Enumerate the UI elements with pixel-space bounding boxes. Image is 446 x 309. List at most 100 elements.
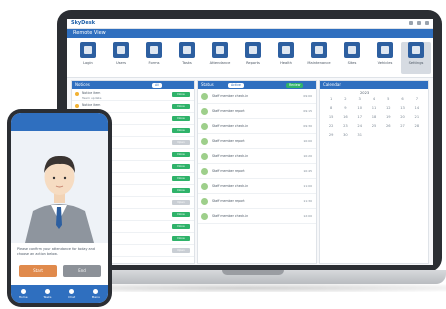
calendar-day[interactable]: 16 [338, 115, 352, 119]
truck-icon [377, 42, 393, 58]
table-row[interactable]: Staff member check-in 09:00 [198, 89, 316, 104]
table-row[interactable]: Staff member report 11:30 [198, 194, 316, 209]
table-row[interactable]: Staff member check-in 11:00 [198, 179, 316, 194]
calendar-day[interactable]: 19 [381, 115, 395, 119]
row-text: Staff member check-in [212, 94, 249, 98]
calendar-day[interactable]: 22 [324, 124, 338, 128]
table-row[interactable]: Staff member check-in 10:20 [198, 149, 316, 164]
avatar [201, 183, 208, 190]
status-badge: Done [172, 224, 190, 229]
calendar-day[interactable]: 1 [324, 97, 338, 101]
calendar-day[interactable]: 15 [324, 115, 338, 119]
calendar-day[interactable]: 25 [367, 124, 381, 128]
calendar-panel-header: Calendar [320, 81, 428, 89]
calendar-day[interactable]: 7 [410, 97, 424, 101]
toolbar-item-attendance[interactable]: Attendance [205, 42, 235, 74]
calendar-day[interactable]: 24 [353, 124, 367, 128]
status-badge: Done [172, 188, 190, 193]
status-badge: Done [172, 104, 190, 109]
start-button[interactable]: Start [19, 265, 57, 277]
calendar-day[interactable]: 6 [395, 97, 409, 101]
nav-chat[interactable]: Chat [65, 289, 79, 299]
calendar-day[interactable]: 21 [410, 115, 424, 119]
toolbar-item-sites[interactable]: Sites [337, 42, 367, 74]
table-row[interactable]: Staff member report 10:00 [198, 134, 316, 149]
calendar-day[interactable]: 3 [353, 97, 367, 101]
menu-icon [93, 289, 99, 294]
row-time: 10:45 [303, 169, 312, 173]
mobile-header [11, 113, 108, 131]
toolbar-item-vehicles[interactable]: Vehicles [370, 42, 400, 74]
row-time: 09:15 [303, 109, 312, 113]
chip-active[interactable]: Active [228, 82, 244, 88]
list-item[interactable]: Notice itemTeam update Done [72, 89, 194, 101]
calendar-day[interactable]: 2 [338, 97, 352, 101]
toolbar-item-users[interactable]: Users [106, 42, 136, 74]
row-text: Staff member check-in [212, 124, 249, 128]
avatar [201, 213, 208, 220]
calendar-day[interactable]: 17 [353, 115, 367, 119]
desktop-app-window: SkyDesk Remote View Login Users Forms Ta… [67, 19, 433, 265]
calendar-day[interactable]: 23 [338, 124, 352, 128]
row-time: 10:20 [303, 154, 312, 158]
menu-label[interactable]: Remote View [73, 30, 106, 36]
nav-tasks[interactable]: Tasks [40, 289, 54, 299]
status-badge: Done [172, 152, 190, 157]
row-text: Staff member report [212, 169, 245, 173]
notices-filter[interactable]: All [152, 82, 162, 88]
toolbar-item-tasks[interactable]: Tasks [172, 42, 202, 74]
nav-home[interactable]: Home [16, 289, 30, 299]
calendar-grid: 1 2 3 4 5 6 7 8 9 10 11 12 13 14 15 16 17 18 19 20 21 22 23 24 2… [324, 97, 424, 137]
row-text: Staff member report [212, 109, 245, 113]
calendar-day[interactable]: 20 [395, 115, 409, 119]
calendar-day[interactable]: 8 [324, 106, 338, 110]
status-badge: Done [172, 164, 190, 169]
calendar-day[interactable]: 9 [338, 106, 352, 110]
table-row[interactable]: Staff member report 10:45 [198, 164, 316, 179]
calendar-day[interactable]: 18 [367, 115, 381, 119]
toolbar-item-reports[interactable]: Reports [238, 42, 268, 74]
forms-icon [146, 42, 162, 58]
report-icon [245, 42, 261, 58]
calendar-day[interactable]: 11 [367, 106, 381, 110]
heart-icon [278, 42, 294, 58]
toolbar-item-login[interactable]: Login [73, 42, 103, 74]
calendar-day[interactable]: 29 [324, 133, 338, 137]
status-dot-icon [75, 104, 79, 108]
status-badge: Done [172, 92, 190, 97]
calendar-day[interactable]: 5 [381, 97, 395, 101]
minimize-icon[interactable] [409, 21, 413, 25]
table-row[interactable]: Staff member check-in 12:00 [198, 209, 316, 224]
calendar-day[interactable]: 31 [353, 133, 367, 137]
calendar-day[interactable]: 10 [353, 106, 367, 110]
status-badge: Open [172, 140, 190, 145]
calendar-day[interactable]: 30 [338, 133, 352, 137]
toolbar-item-health[interactable]: Health [271, 42, 301, 74]
close-icon[interactable] [425, 21, 429, 25]
calendar-day[interactable]: 13 [395, 106, 409, 110]
notices-title: Notices [75, 82, 90, 87]
nav-menu[interactable]: Menu [89, 289, 103, 299]
calendar-day[interactable]: 28 [410, 124, 424, 128]
notices-panel-header: Notices All [72, 81, 194, 89]
calendar-day[interactable]: 27 [395, 124, 409, 128]
table-row[interactable]: Staff member check-in 09:30 [198, 119, 316, 134]
calendar-day[interactable]: 14 [410, 106, 424, 110]
status-panel: Status Active Review Staff member check-… [197, 80, 317, 264]
calendar-day[interactable]: 4 [367, 97, 381, 101]
calendar-day[interactable]: 12 [381, 106, 395, 110]
toolbar-item-maintenance[interactable]: Maintenance [304, 42, 334, 74]
toolbar-item-settings[interactable]: Settings [401, 42, 431, 74]
status-badge: Open [172, 200, 190, 205]
table-row[interactable]: Staff member report 09:15 [198, 104, 316, 119]
end-button[interactable]: End [63, 265, 101, 277]
chip-review[interactable]: Review [286, 82, 304, 88]
list-item-title: Notice item [82, 102, 101, 107]
calendar-day[interactable]: 26 [381, 124, 395, 128]
maximize-icon[interactable] [417, 21, 421, 25]
status-badge: Open [172, 248, 190, 253]
chat-icon [69, 289, 75, 294]
toolbar-item-forms[interactable]: Forms [139, 42, 169, 74]
users-icon [113, 42, 129, 58]
avatar [201, 153, 208, 160]
